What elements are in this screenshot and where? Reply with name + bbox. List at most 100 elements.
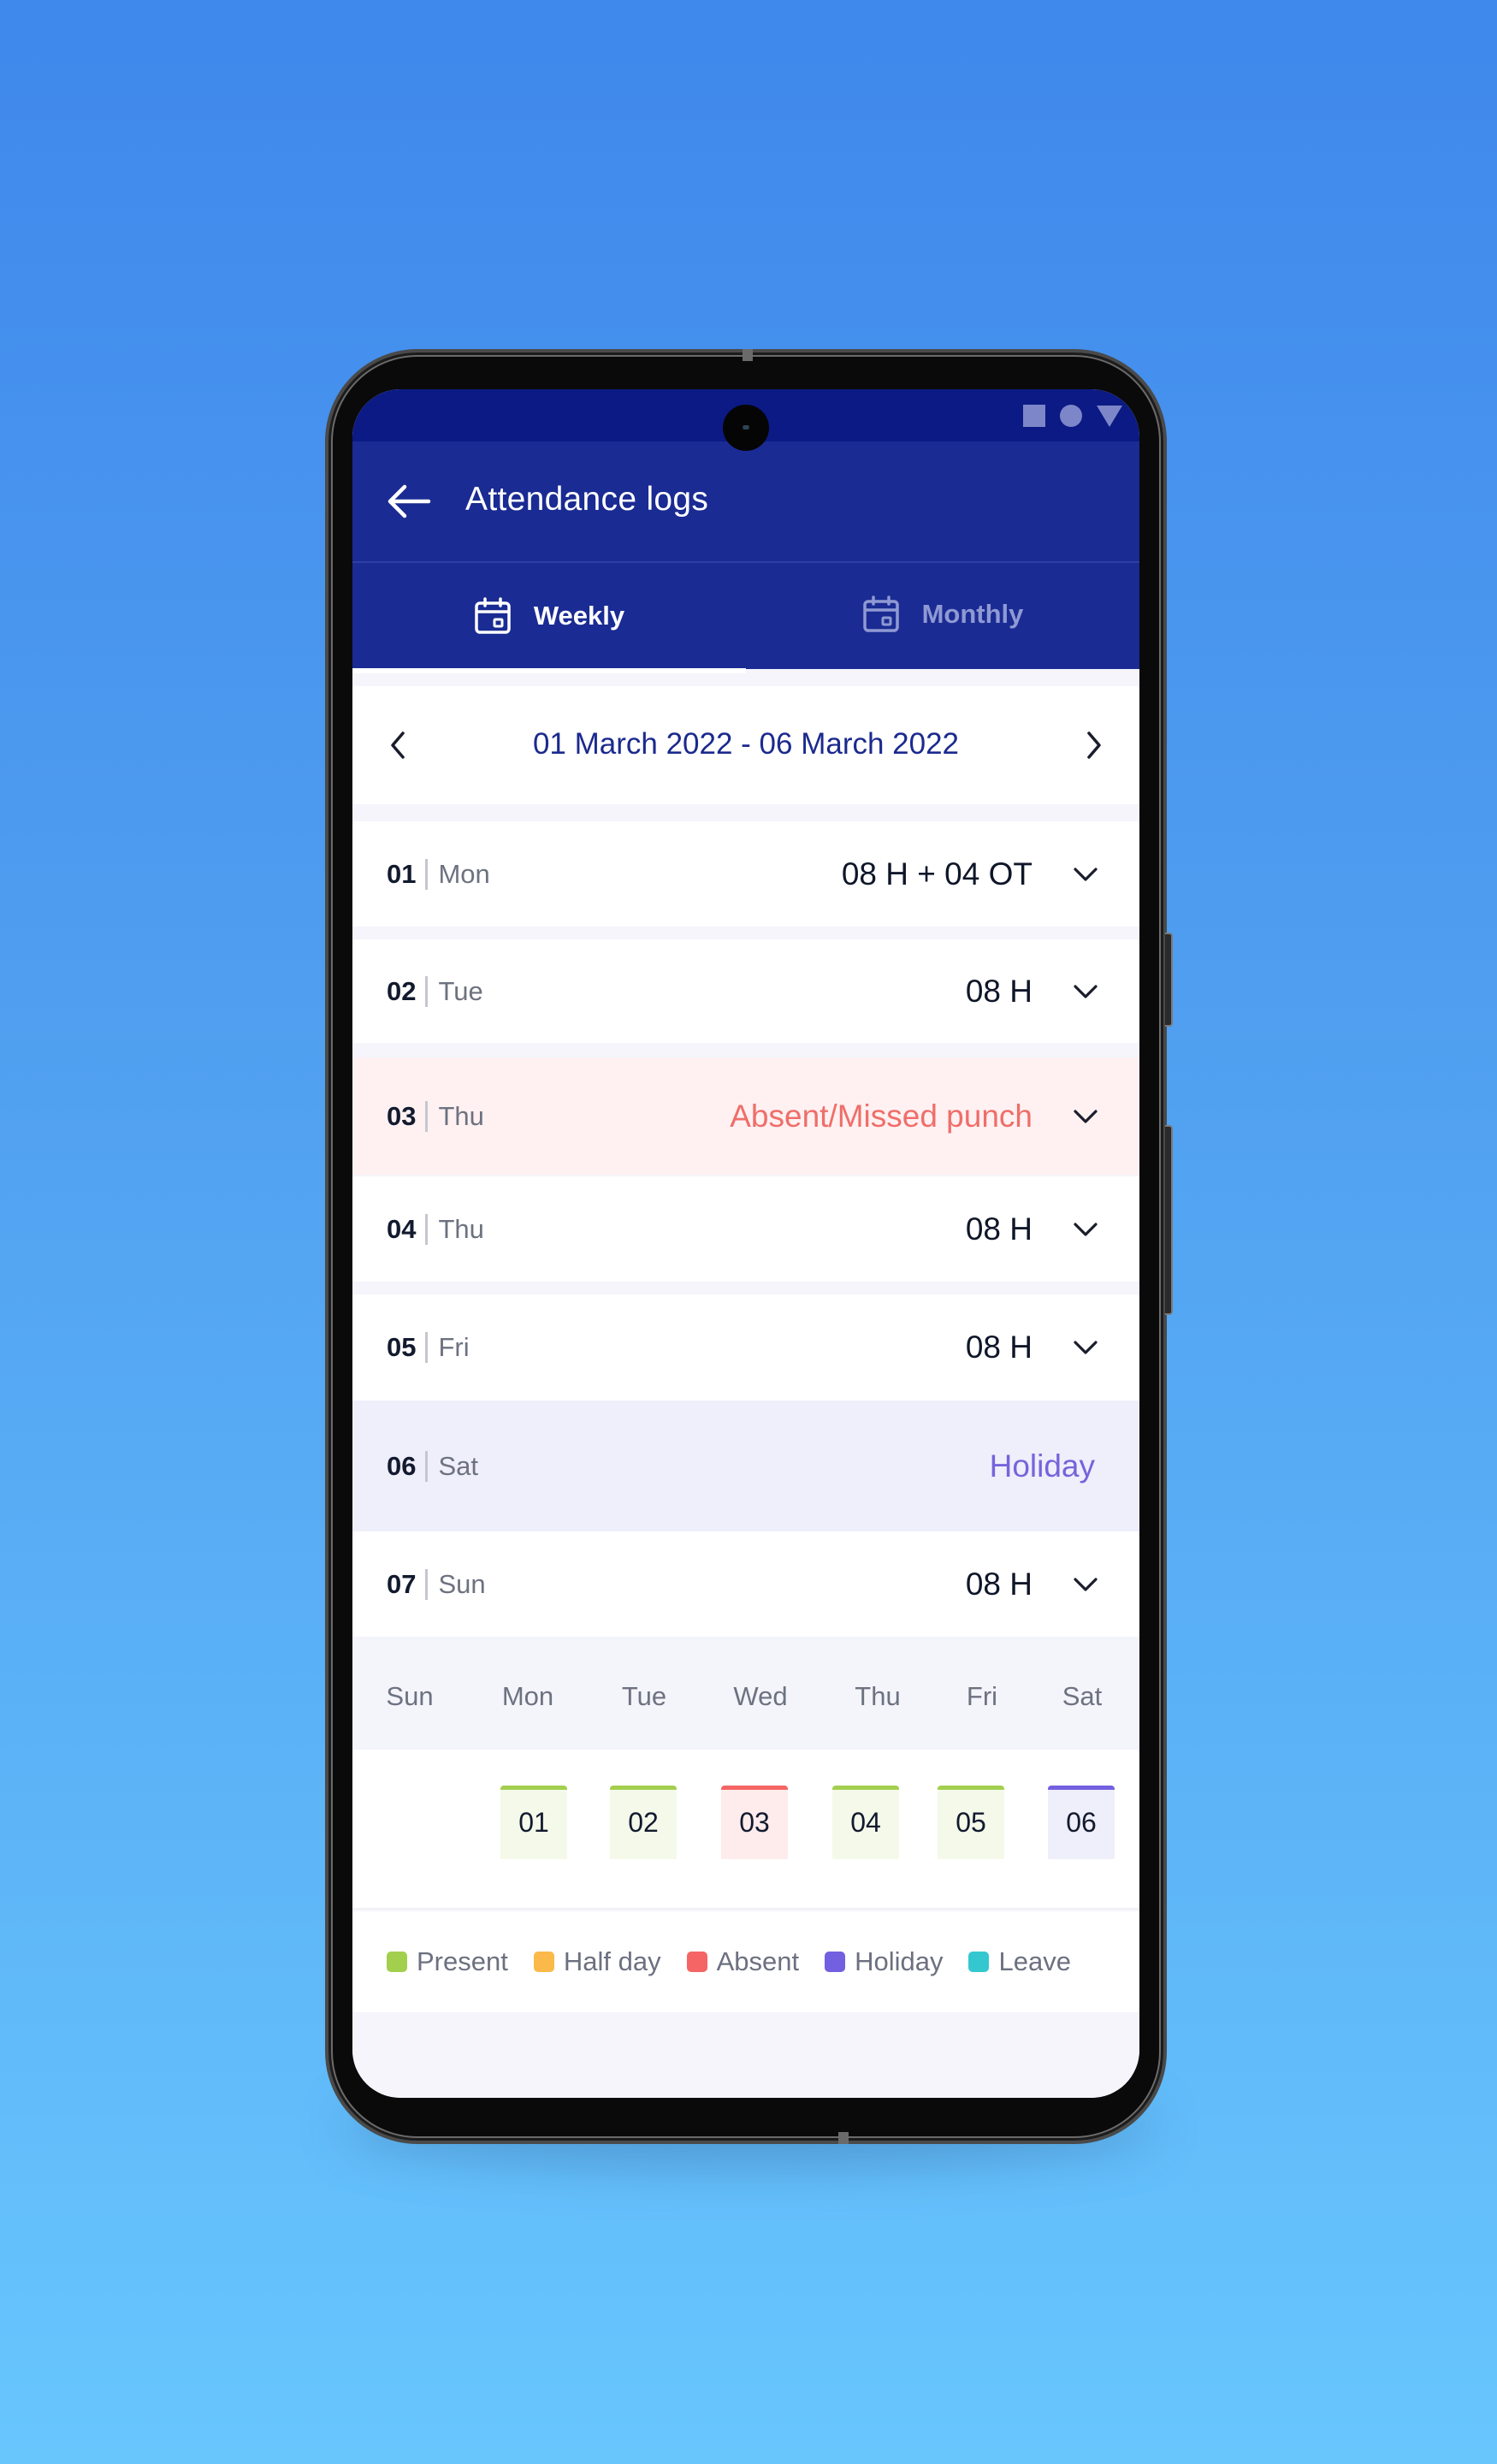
phone-screen: Attendance logs Weekly Monthly 01 March … [352, 389, 1139, 2098]
calendar-day-chip[interactable]: 06 [1048, 1786, 1115, 1859]
day-row[interactable]: 01 Mon 08 H + 04 OT [352, 821, 1139, 927]
chevron-down-icon [1074, 1222, 1098, 1236]
day-number: 02 [387, 975, 417, 1006]
weekday-label: Fri [966, 1681, 998, 1711]
chevron-down-icon [1074, 867, 1098, 881]
date-range-navigator: 01 March 2022 - 06 March 2022 [352, 686, 1139, 804]
bottom-spacer [352, 2012, 1139, 2098]
day-label: 05 Fri [387, 1332, 470, 1363]
weekday-label: Sun [386, 1681, 434, 1711]
separator [425, 1213, 429, 1245]
separator [425, 858, 429, 890]
hours-value: 08 H [965, 1330, 1033, 1365]
weekday-name: Sat [438, 1450, 479, 1481]
chevron-right-icon [1087, 732, 1101, 759]
day-number: 03 [387, 1100, 417, 1131]
legend-label: Holiday [855, 1946, 944, 1976]
legend-swatch [387, 1952, 407, 1972]
legend-item: Leave [968, 1946, 1071, 1977]
calendar-day-chip[interactable]: 04 [832, 1786, 899, 1859]
calendar-day-chip[interactable]: 01 [500, 1786, 567, 1859]
expand-button[interactable] [1071, 864, 1100, 885]
tab-monthly[interactable]: Monthly [746, 561, 1139, 667]
phone-antenna [838, 2132, 849, 2144]
tab-bar: Weekly Monthly [352, 561, 1139, 673]
week-calendar: 01 02 03 04 05 06 [352, 1750, 1139, 1910]
calendar-day-chip[interactable]: 03 [721, 1786, 788, 1859]
weekday-label: Thu [855, 1681, 901, 1711]
day-row[interactable]: 07 Sun 08 H [352, 1531, 1139, 1637]
separator [425, 975, 429, 1007]
day-label: 06 Sat [387, 1450, 479, 1482]
legend-item: Holiday [825, 1946, 943, 1977]
day-row[interactable]: 02 Tue 08 H [352, 939, 1139, 1043]
tab-weekly[interactable]: Weekly [352, 563, 746, 673]
day-row[interactable]: 05 Fri 08 H [352, 1294, 1139, 1401]
day-label: 02 Tue [387, 975, 483, 1007]
day-number: 05 [387, 1332, 417, 1362]
weekday-name: Sun [438, 1568, 486, 1599]
legend-item: Half day [533, 1946, 661, 1977]
triangle-icon [1097, 405, 1122, 427]
legend-swatch [686, 1952, 707, 1972]
phone-antenna [743, 349, 753, 361]
status-legend: Present Half day Absent Holiday Leave [352, 1911, 1139, 2012]
back-button[interactable] [383, 476, 435, 527]
chevron-down-icon [1074, 1577, 1098, 1591]
day-row[interactable]: 03 Thu Absent/Missed punch [352, 1057, 1139, 1175]
expand-button[interactable] [1071, 1574, 1100, 1595]
hours-value: 08 H [965, 1566, 1033, 1602]
expand-button[interactable] [1071, 1219, 1100, 1240]
legend-item: Absent [686, 1946, 799, 1977]
weekday-label: Sat [1062, 1681, 1103, 1711]
legend-swatch [968, 1952, 990, 1972]
weekday-header: Sun Mon Tue Wed Thu Fri Sat [352, 1637, 1139, 1750]
legend-label: Leave [998, 1946, 1071, 1976]
day-number: 04 [387, 1213, 417, 1244]
tab-label: Monthly [921, 599, 1024, 629]
next-week-button[interactable] [1073, 724, 1115, 767]
volume-button [1165, 933, 1173, 1027]
power-button [1165, 1125, 1173, 1315]
legend-label: Half day [563, 1946, 661, 1976]
chevron-down-icon [1074, 984, 1098, 998]
expand-button[interactable] [1071, 1106, 1100, 1127]
day-row[interactable]: 04 Thu 08 H [352, 1176, 1139, 1282]
day-row: 06 Sat Holiday [352, 1401, 1139, 1531]
legend-label: Present [417, 1946, 508, 1976]
separator [425, 1568, 429, 1600]
date-range-label: 01 March 2022 - 06 March 2022 [532, 727, 960, 761]
chevron-down-icon [1074, 1109, 1098, 1123]
weekday-name: Tue [438, 975, 483, 1006]
weekday-name: Fri [438, 1332, 470, 1362]
arrow-left-icon [388, 484, 431, 518]
weekday-label: Tue [621, 1681, 667, 1711]
weekday-label: Mon [501, 1681, 554, 1711]
square-icon [1023, 405, 1045, 427]
expand-button[interactable] [1071, 1337, 1100, 1358]
tab-label: Weekly [533, 601, 625, 631]
front-camera [723, 405, 769, 451]
calendar-day-chip[interactable]: 05 [938, 1786, 1004, 1859]
separator [425, 1332, 429, 1363]
expand-button[interactable] [1071, 981, 1100, 1002]
weekday-label: Wed [733, 1681, 788, 1711]
hours-value: 08 H [965, 973, 1033, 1009]
app-bar: Attendance logs [352, 441, 1139, 563]
hours-value: 08 H + 04 OT [841, 856, 1033, 891]
chevron-down-icon [1074, 1341, 1098, 1354]
page-title: Attendance logs [465, 481, 709, 518]
calendar-day-chip[interactable]: 02 [610, 1786, 677, 1859]
day-label: 04 Thu [387, 1213, 484, 1245]
legend-item: Present [387, 1946, 508, 1977]
day-label: 03 Thu [387, 1100, 484, 1132]
hours-value: Holiday [989, 1448, 1095, 1484]
legend-swatch [825, 1952, 846, 1972]
separator [425, 1450, 429, 1482]
calendar-icon [862, 595, 899, 632]
hours-value: Absent/Missed punch [730, 1098, 1033, 1134]
day-label: 01 Mon [387, 858, 490, 890]
day-number: 01 [387, 858, 417, 889]
day-number: 07 [387, 1568, 417, 1599]
day-number: 06 [387, 1450, 417, 1481]
